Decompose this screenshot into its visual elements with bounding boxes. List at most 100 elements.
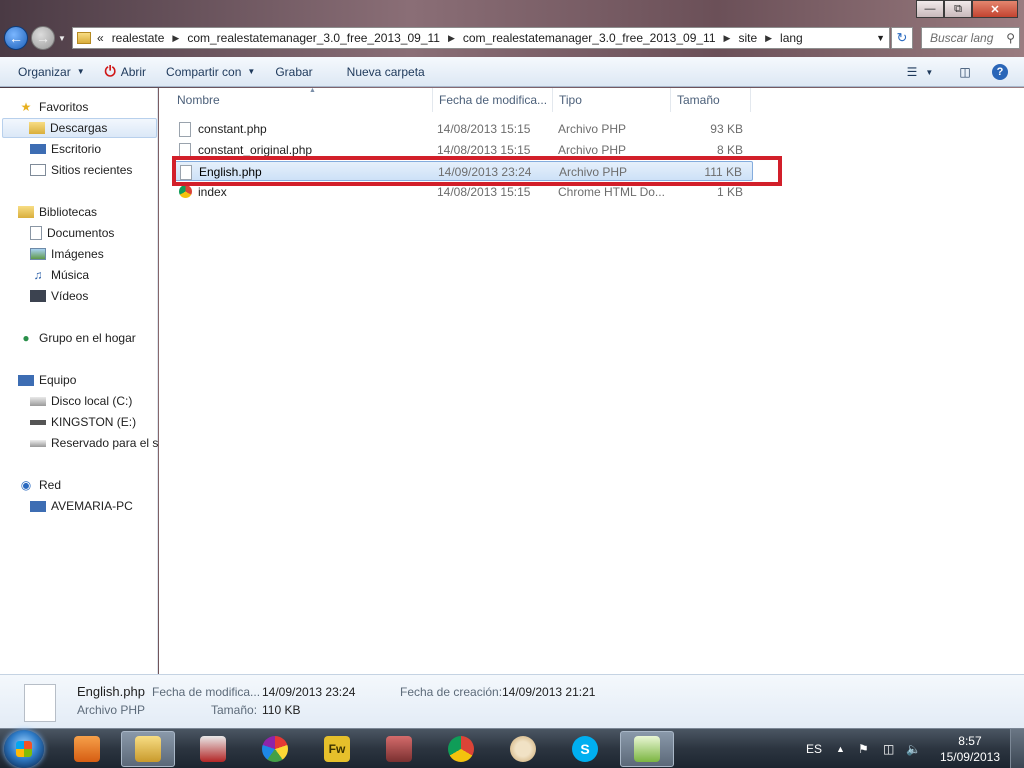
preview-pane-icon: ◫ (959, 65, 971, 79)
php-file-icon (179, 122, 191, 137)
computer-icon (30, 500, 46, 512)
nav-kingston-drive[interactable]: KINGSTON (E:) (30, 412, 136, 432)
system-clock[interactable]: 8:57 15/09/2013 (940, 733, 1000, 765)
computer-icon (18, 374, 34, 386)
column-header-type[interactable]: Tipo (553, 88, 671, 112)
nav-computer[interactable]: Equipo (18, 370, 76, 390)
file-large-icon (24, 684, 56, 722)
nav-libraries[interactable]: Bibliotecas (18, 202, 97, 222)
documents-icon (30, 226, 42, 240)
nav-downloads[interactable]: Descargas (2, 118, 157, 138)
chevron-right-icon[interactable]: ▶ (172, 33, 179, 44)
nav-images[interactable]: Imágenes (30, 244, 104, 264)
column-header-date[interactable]: Fecha de modifica... (433, 88, 553, 112)
nav-network-pc[interactable]: AVEMARIA-PC (30, 496, 133, 516)
address-overflow[interactable]: « (97, 31, 104, 45)
details-filetype: Archivo PHP (77, 703, 146, 717)
help-icon: ? (992, 64, 1008, 80)
removable-drive-icon (30, 419, 46, 425)
start-button[interactable] (4, 730, 44, 768)
nav-reserved-drive[interactable]: Reservado para el sis (30, 433, 158, 453)
media-player-taskbar-button[interactable] (60, 731, 114, 767)
archive-icon (386, 736, 412, 762)
nav-documents[interactable]: Documentos (30, 223, 114, 243)
open-button[interactable]: ⏻ Abrir (95, 61, 156, 83)
fireworks-taskbar-button[interactable]: Fw (310, 731, 364, 767)
volume-icon[interactable]: 🔈 (906, 729, 921, 768)
folder-icon (77, 32, 91, 44)
skype-icon: S (572, 736, 598, 762)
preview-pane-button[interactable]: ◫ (955, 61, 975, 83)
window-controls: — ⧉ ✕ (916, 0, 1018, 18)
language-indicator[interactable]: ES (806, 729, 822, 768)
chevron-right-icon[interactable]: ▶ (448, 33, 455, 44)
new-folder-button[interactable]: Nueva carpeta (337, 61, 435, 83)
breadcrumb-item[interactable]: com_realestatemanager_3.0_free_2013_09_1… (187, 31, 463, 45)
nav-desktop[interactable]: Escritorio (30, 139, 101, 159)
chrome-taskbar-button[interactable] (434, 731, 488, 767)
app-taskbar-button[interactable] (186, 731, 240, 767)
images-icon (30, 248, 46, 260)
details-size-label: Tamaño: (211, 703, 258, 717)
chevron-right-icon[interactable]: ▶ (765, 33, 772, 44)
action-center-flag-icon[interactable]: ⚑ (858, 729, 869, 768)
minimize-button[interactable]: — (916, 0, 944, 18)
address-dropdown-icon[interactable]: ▼ (876, 33, 885, 43)
column-header-size[interactable]: Tamaño (671, 88, 751, 112)
explorer-taskbar-button[interactable] (121, 731, 175, 767)
command-bar: Organizar ▼ ⏻ Abrir Compartir con ▼ Grabar … (0, 57, 1024, 87)
forward-button[interactable]: → (31, 26, 55, 50)
clock-date: 15/09/2013 (939, 750, 1000, 764)
skype-taskbar-button[interactable]: S (558, 731, 612, 767)
nav-music[interactable]: ♫ Música (30, 265, 90, 285)
search-icon[interactable]: ⚲ (1006, 31, 1015, 45)
breadcrumb-item[interactable]: site ▶ (738, 31, 780, 45)
sort-arrow-icon: ▲ (309, 87, 316, 94)
window-chrome: — ⧉ ✕ ← → ▼ « realestate ▶ com_realestate… (0, 0, 1024, 88)
view-options-button[interactable]: ☰ ▼ (900, 61, 940, 83)
recent-pages-dropdown-icon[interactable]: ▼ (58, 34, 66, 43)
show-desktop-button[interactable] (1010, 729, 1024, 768)
archive-taskbar-button[interactable] (372, 731, 426, 767)
nav-videos[interactable]: Vídeos (30, 286, 88, 306)
desktop-icon (30, 144, 46, 154)
show-hidden-icons-button[interactable]: ▲ (836, 729, 845, 768)
close-button[interactable]: ✕ (972, 0, 1018, 18)
address-bar[interactable]: « realestate ▶ com_realestatemanager_3.0_… (72, 27, 890, 49)
nav-local-disk[interactable]: Disco local (C:) (30, 391, 132, 411)
search-placeholder: Buscar lang (930, 31, 994, 45)
network-tray-icon[interactable]: ◫ (883, 729, 894, 768)
back-button[interactable]: ← (4, 26, 28, 50)
chevron-right-icon[interactable]: ▶ (724, 33, 731, 44)
burn-button[interactable]: Grabar (265, 61, 322, 83)
nav-homegroup[interactable]: ● Grupo en el hogar (18, 328, 135, 348)
share-button[interactable]: Compartir con ▼ (156, 61, 265, 83)
notepad-plus-icon (634, 736, 660, 762)
details-modified-value: 14/09/2013 23:24 (262, 685, 356, 699)
organize-button[interactable]: Organizar ▼ (8, 61, 95, 83)
help-button[interactable]: ? (990, 61, 1010, 83)
maximize-button[interactable]: ⧉ (944, 0, 972, 18)
column-header-name[interactable]: Nombre ▲ (171, 87, 433, 112)
search-input[interactable]: Buscar lang ⚲ (921, 27, 1020, 49)
notepadpp-taskbar-button[interactable] (620, 731, 674, 767)
details-pane: English.php Archivo PHP Fecha de modific… (0, 674, 1024, 728)
refresh-button[interactable]: ↻ (891, 27, 913, 49)
breadcrumb-item[interactable]: realestate ▶ (112, 31, 188, 45)
app-icon (200, 736, 226, 762)
nav-network[interactable]: ◉ Red (18, 475, 61, 495)
paint-palette-icon (510, 736, 536, 762)
details-created-value: 14/09/2013 21:21 (502, 685, 596, 699)
details-filename: English.php (77, 684, 145, 699)
breadcrumb-item[interactable]: com_realestatemanager_3.0_free_2013_09_1… (463, 31, 739, 45)
breadcrumb-item[interactable]: lang (780, 31, 803, 45)
videos-icon (30, 290, 46, 302)
nav-favorites[interactable]: ★ Favoritos (18, 97, 89, 117)
file-row[interactable]: constant.php 14/08/2013 15:15 Archivo PH… (173, 119, 753, 139)
local-disk-icon (30, 396, 46, 406)
picasa-taskbar-button[interactable] (248, 731, 302, 767)
chevron-down-icon: ▼ (76, 67, 85, 76)
chevron-down-icon: ▼ (247, 67, 256, 76)
nav-recent-places[interactable]: Sitios recientes (30, 160, 132, 180)
paint-taskbar-button[interactable] (496, 731, 550, 767)
